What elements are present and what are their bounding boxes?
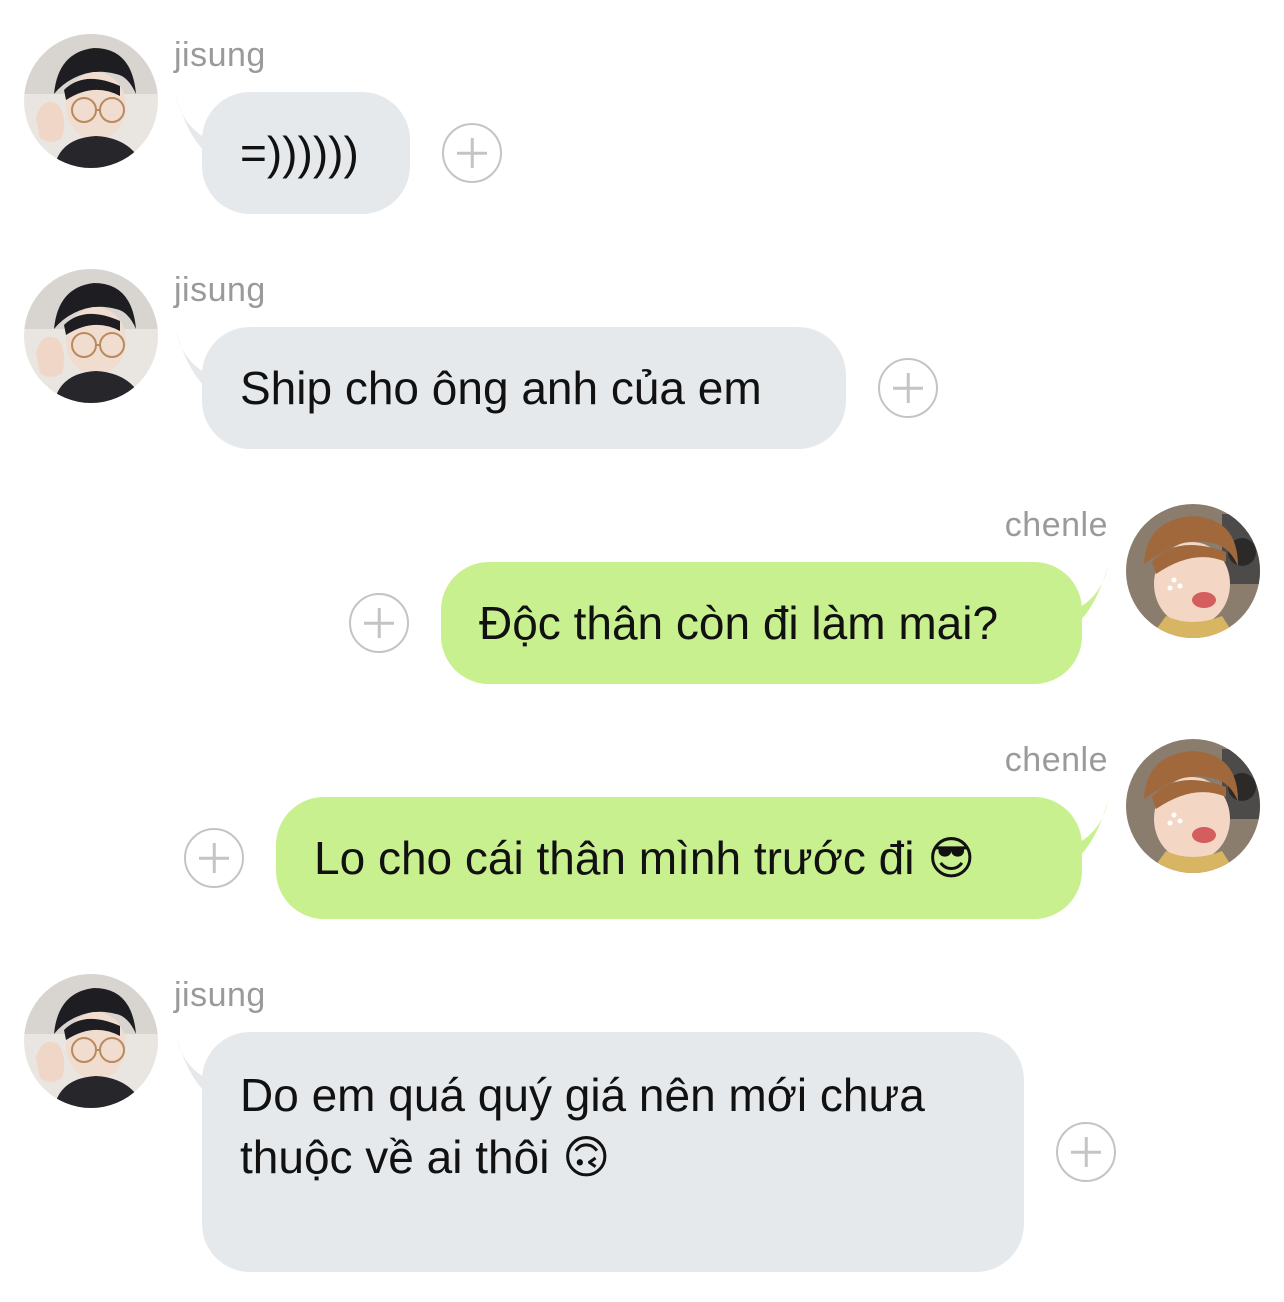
message-row: chenle Lo cho cái thân mình trước đi 😎	[0, 705, 1284, 935]
message-bubble[interactable]: Do em quá quý giá nên mới chưa thuộc về …	[202, 1032, 1024, 1272]
message-text: Do em quá quý giá nên mới chưa thuộc về …	[240, 1069, 925, 1183]
message-bubble[interactable]: =))))))	[202, 92, 410, 214]
plus-circle-icon[interactable]	[442, 123, 502, 183]
message-bubble[interactable]: Độc thân còn đi làm mai?	[441, 562, 1082, 684]
avatar-chenle[interactable]	[1126, 504, 1260, 638]
message-row: jisung Ship cho ông anh của em	[0, 235, 1284, 465]
message-text: Lo cho cái thân mình trước đi 😎	[314, 832, 976, 884]
sender-name: chenle	[1004, 506, 1108, 544]
message-row: jisung Do em quá quý giá nên mới chưa th…	[0, 940, 1284, 1280]
message-text: Ship cho ông anh của em	[240, 362, 762, 414]
plus-circle-icon[interactable]	[1056, 1122, 1116, 1182]
message-text: Độc thân còn đi làm mai?	[479, 597, 999, 649]
avatar-jisung[interactable]	[24, 974, 158, 1108]
plus-circle-icon[interactable]	[878, 358, 938, 418]
message-bubble[interactable]: Ship cho ông anh của em	[202, 327, 846, 449]
sender-name: jisung	[174, 271, 266, 309]
sender-name: jisung	[174, 976, 266, 1014]
avatar-chenle[interactable]	[1126, 739, 1260, 873]
plus-circle-icon[interactable]	[184, 828, 244, 888]
message-row: chenle Độc thân còn đi làm mai?	[0, 470, 1284, 700]
sender-name: chenle	[1004, 741, 1108, 779]
avatar-jisung[interactable]	[24, 34, 158, 168]
plus-circle-icon[interactable]	[349, 593, 409, 653]
message-bubble[interactable]: Lo cho cái thân mình trước đi 😎	[276, 797, 1082, 919]
avatar-jisung[interactable]	[24, 269, 158, 403]
message-row: jisung =))))))	[0, 0, 1284, 230]
sender-name: jisung	[174, 36, 266, 74]
message-text: =))))))	[240, 127, 359, 179]
